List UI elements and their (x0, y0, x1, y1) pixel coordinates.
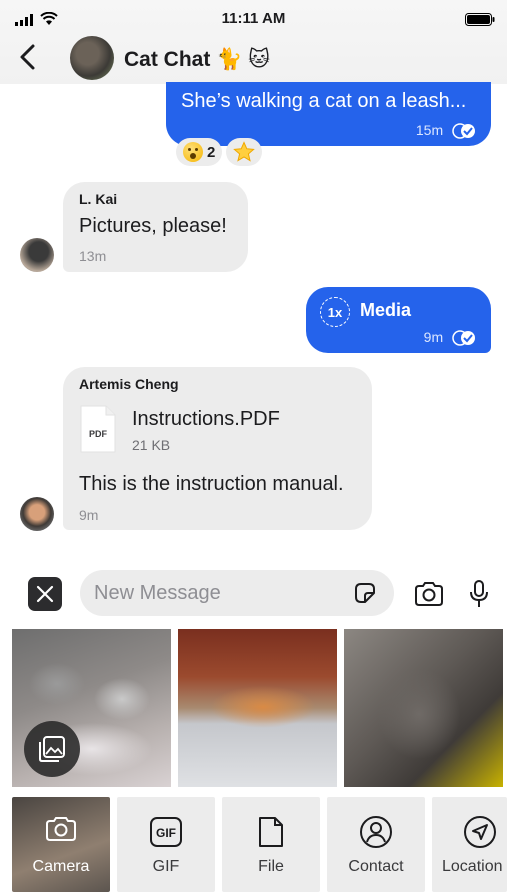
message-text: Pictures, please! (79, 215, 227, 237)
file-icon (259, 817, 283, 847)
message-time: 9m (423, 329, 444, 345)
reaction-surprised[interactable]: 2 (176, 138, 223, 166)
reaction-star[interactable] (226, 138, 263, 166)
star-icon (233, 141, 256, 162)
top-bar: 11:11 AM Cat Chat 🐈 🐱 (0, 0, 507, 84)
camera-icon[interactable] (414, 581, 444, 607)
camera-attachment-button[interactable]: Camera (12, 797, 110, 892)
reactions-row: 2 (176, 138, 263, 166)
message-text: This is the instruction manual. (79, 473, 344, 495)
contact-icon (360, 816, 392, 848)
sender-name: Artemis Cheng (79, 376, 179, 392)
open-gallery-button[interactable] (24, 721, 80, 777)
speed-label: 1x (327, 304, 343, 320)
location-icon (464, 816, 496, 848)
file-size: 21 KB (132, 437, 171, 453)
message-time: 9m (79, 507, 99, 523)
file-attachment[interactable]: PDF Instructions.PDF 21 KB (79, 404, 339, 460)
gif-attachment-button[interactable]: GIF GIF (117, 797, 215, 892)
chat-avatar[interactable] (70, 36, 114, 80)
message-bubble-outgoing[interactable]: She’s walking a cat on a leash... 15m (166, 82, 491, 146)
close-icon (36, 585, 54, 603)
gif-icon: GIF (150, 817, 182, 847)
sender-avatar[interactable] (20, 497, 54, 531)
contact-attachment-button[interactable]: Contact (327, 797, 425, 892)
status-bar: 11:11 AM (0, 8, 507, 30)
gallery-icon (39, 736, 65, 762)
gallery-photo[interactable] (344, 629, 503, 787)
location-attachment-button[interactable]: Location (432, 797, 507, 892)
camera-icon (46, 817, 76, 841)
message-time: 13m (79, 248, 107, 264)
status-time: 11:11 AM (221, 10, 286, 27)
file-attachment-button[interactable]: File (222, 797, 320, 892)
surprised-face-icon (183, 142, 203, 162)
microphone-icon[interactable] (468, 579, 490, 609)
message-bubble-incoming[interactable]: Artemis Cheng PDF Instructions.PDF 21 KB… (63, 367, 372, 530)
gallery-photo[interactable] (12, 629, 171, 787)
back-chevron-icon[interactable] (14, 42, 44, 72)
file-name: Instructions.PDF (132, 408, 280, 430)
media-label: Media (360, 300, 412, 320)
message-input[interactable] (94, 579, 344, 607)
file-type-label: PDF (89, 429, 107, 439)
media-message-bubble[interactable]: 1x Media 9m (306, 287, 491, 353)
sticker-icon[interactable] (352, 580, 378, 606)
reaction-count: 2 (207, 143, 216, 161)
svg-text:GIF: GIF (156, 826, 176, 840)
gallery-photo[interactable] (178, 629, 337, 787)
attachment-label: Camera (32, 858, 90, 875)
message-time: 15m (415, 122, 444, 138)
speed-badge[interactable]: 1x (320, 297, 350, 327)
read-receipt-icon (452, 123, 475, 140)
read-receipt-icon (452, 330, 475, 347)
sender-name: L. Kai (79, 191, 118, 207)
chat-title[interactable]: Cat Chat 🐈 🐱 (124, 47, 270, 72)
attachment-label: File (258, 858, 284, 875)
close-attachments-button[interactable] (28, 577, 62, 611)
message-bubble-incoming[interactable]: L. Kai Pictures, please! 13m (63, 182, 248, 272)
message-text: She’s walking a cat on a leash... (181, 90, 467, 112)
battery-icon (465, 13, 495, 26)
attachment-label: GIF (152, 858, 180, 875)
attachment-label: Location (442, 858, 503, 875)
sender-avatar[interactable] (20, 238, 54, 272)
attachment-label: Contact (348, 858, 404, 875)
message-input-container[interactable] (80, 570, 394, 616)
